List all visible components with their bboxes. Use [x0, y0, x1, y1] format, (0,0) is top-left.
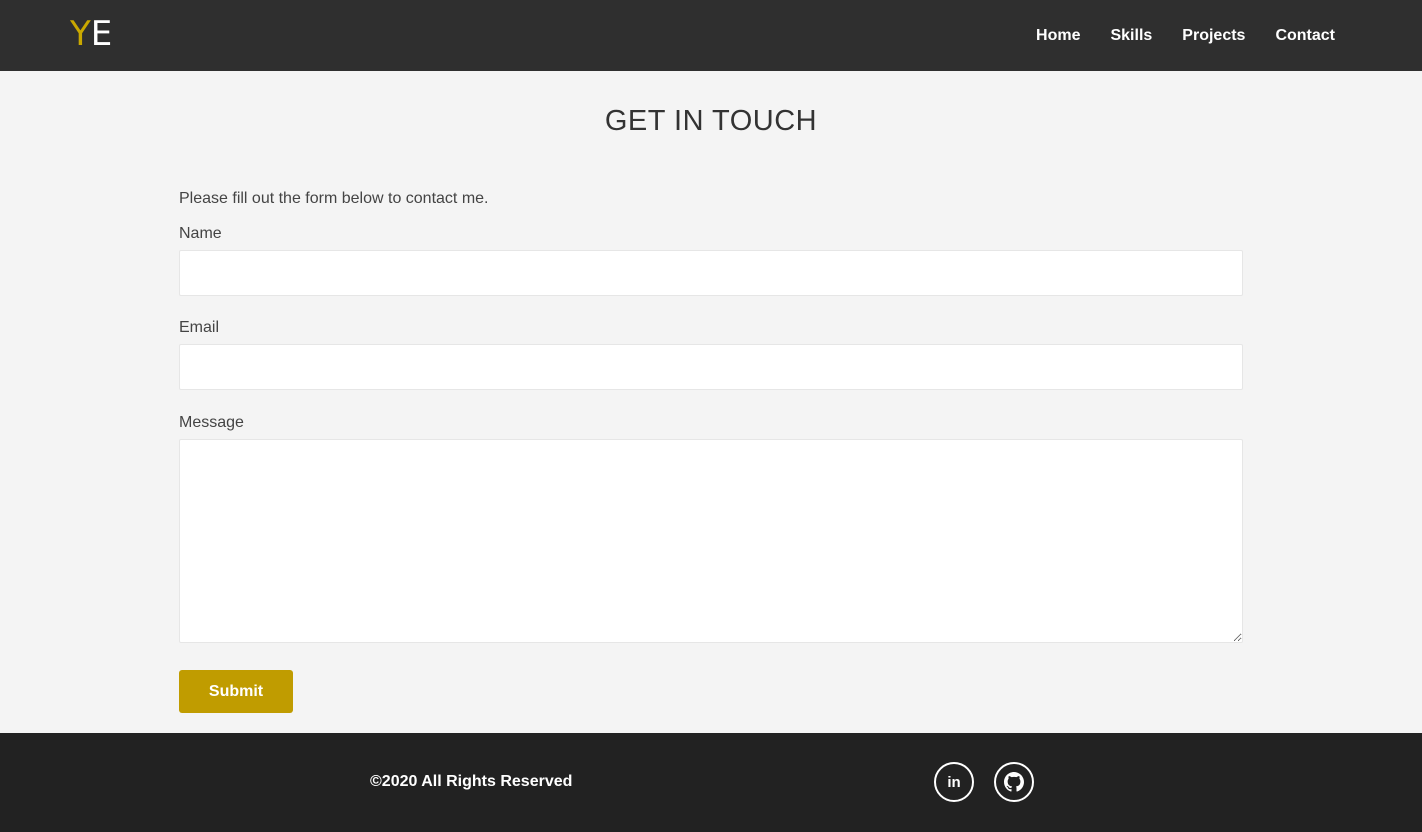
submit-button[interactable]: Submit	[179, 670, 293, 713]
email-input[interactable]	[179, 344, 1243, 390]
page-title: GET IN TOUCH	[604, 105, 818, 137]
nav-contact[interactable]: Contact	[1275, 27, 1335, 45]
linkedin-icon: in	[947, 773, 961, 791]
linkedin-link[interactable]: in	[934, 762, 974, 802]
email-label: Email	[179, 319, 220, 336]
message-textarea[interactable]	[179, 439, 1243, 643]
logo-letter-e: E	[90, 14, 113, 54]
name-label: Name	[179, 225, 222, 242]
github-icon	[1004, 772, 1024, 792]
nav-skills[interactable]: Skills	[1110, 27, 1152, 45]
message-label: Message	[179, 414, 244, 431]
nav-home[interactable]: Home	[1036, 27, 1080, 45]
name-input[interactable]	[179, 250, 1243, 296]
site-logo[interactable]: YE	[70, 13, 112, 55]
site-header: YE Home Skills Projects Contact	[0, 0, 1422, 71]
main-nav: Home Skills Projects Contact	[1036, 0, 1335, 71]
logo-letter-y: Y	[70, 14, 91, 54]
contact-section: GET IN TOUCH Please fill out the form be…	[0, 71, 1422, 733]
nav-projects[interactable]: Projects	[1182, 27, 1245, 45]
intro-text: Please fill out the form below to contac…	[179, 190, 489, 207]
site-footer: ©2020 All Rights Reserved in	[0, 733, 1422, 832]
github-link[interactable]	[994, 762, 1034, 802]
copyright-text: ©2020 All Rights Reserved	[370, 773, 573, 790]
